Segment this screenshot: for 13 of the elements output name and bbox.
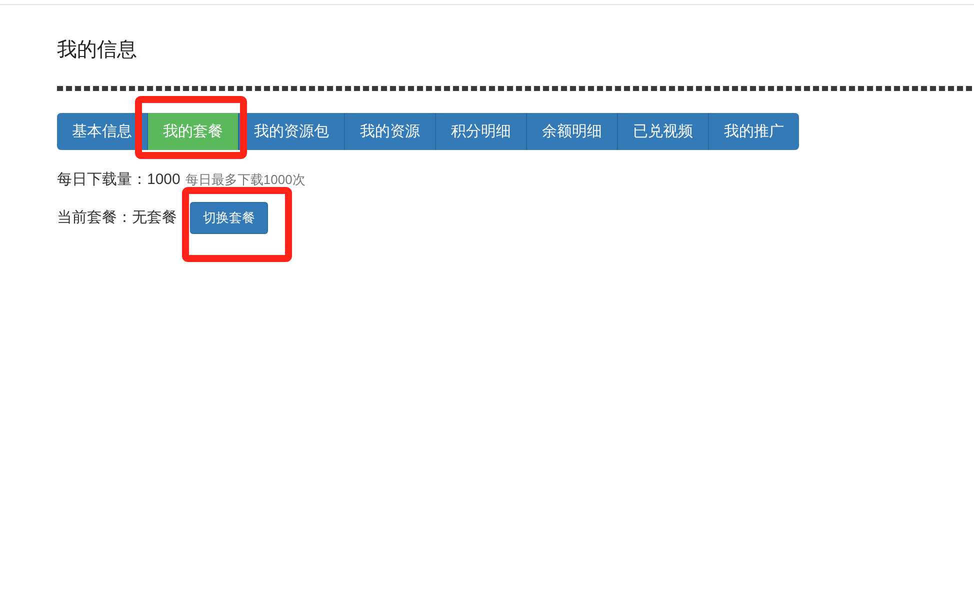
daily-download-text: 每日下载量：1000 — [57, 170, 180, 190]
tab[interactable]: 余额明细 — [526, 113, 617, 150]
tab[interactable]: 我的资源包 — [238, 113, 344, 150]
tab[interactable]: 基本信息 — [57, 113, 147, 150]
page-title: 我的信息 — [57, 39, 137, 61]
tab[interactable]: 我的推广 — [708, 113, 799, 150]
tab[interactable]: 我的套餐 — [147, 113, 238, 150]
tab[interactable]: 已兑视频 — [617, 113, 708, 150]
tab[interactable]: 我的资源 — [344, 113, 435, 150]
tab[interactable]: 积分明细 — [435, 113, 526, 150]
current-plan-text: 当前套餐：无套餐 — [57, 208, 177, 228]
download-limit-hint: 每日最多下载1000次 — [185, 171, 306, 189]
switch-plan-button[interactable]: 切换套餐 — [190, 202, 268, 234]
